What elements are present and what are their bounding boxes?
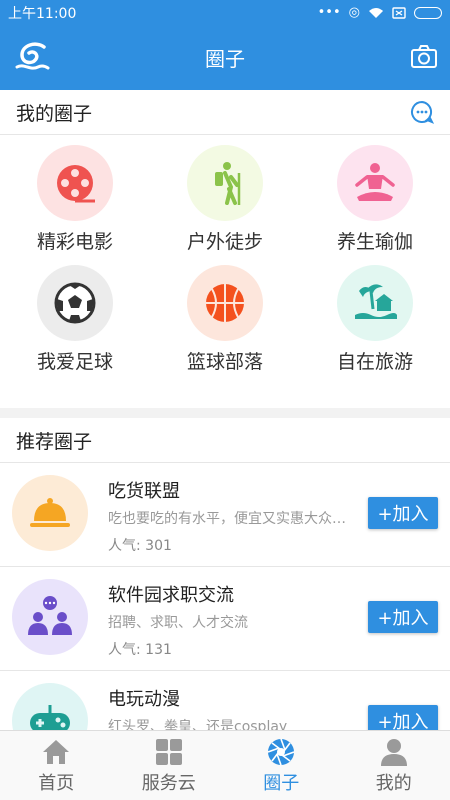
battery-icon (414, 6, 442, 19)
app-logo-icon[interactable] (14, 39, 50, 75)
rec-name: 电玩动漫 (108, 689, 180, 710)
food-cloche-icon (30, 498, 70, 527)
rec-popularity: 人气: 131 (108, 642, 172, 658)
status-time: 上午11:00 (8, 5, 77, 22)
circle-icon-wrap (187, 265, 263, 341)
app-header: 圈子 (0, 25, 450, 90)
circle-item-movie[interactable]: 精彩电影 (0, 145, 150, 265)
grid-icon (155, 738, 182, 765)
circle-label: 篮球部落 (186, 351, 263, 373)
alarm-icon: ◎ (348, 5, 360, 20)
circle-item-soccer[interactable]: 我爱足球 (0, 265, 150, 385)
tab-label: 圈子 (263, 772, 300, 794)
people-chat-icon (28, 596, 72, 635)
rec-name: 软件园求职交流 (108, 585, 234, 606)
circle-label: 户外徒步 (186, 231, 263, 253)
recommend-title: 推荐圈子 (16, 430, 93, 453)
circle-icon-wrap (37, 265, 113, 341)
wifi-icon (369, 7, 383, 18)
camera-icon[interactable] (410, 43, 438, 71)
status-icons: ••• ◎ (318, 6, 442, 19)
circle-icon-wrap (337, 145, 413, 221)
circle-item-basketball[interactable]: 篮球部落 (150, 265, 300, 385)
join-button[interactable]: +加入 (368, 497, 438, 529)
status-bar: 上午11:00 ••• ◎ (0, 0, 450, 25)
bottom-tab-bar: 首页 服务云 圈子 我的 (0, 730, 450, 800)
my-circles-grid: 精彩电影 户外徒步 养生瑜伽 我爱足球 篮球部落 自在旅游 (0, 135, 450, 385)
soccer-ball-icon (54, 282, 96, 324)
tab-label: 服务云 (141, 772, 196, 794)
my-circles-header: 我的圈子 (0, 90, 450, 135)
more-dots-icon: ••• (317, 5, 341, 20)
circle-label: 精彩电影 (36, 231, 113, 253)
rec-desc: 吃也要吃的有水平，便宜又实惠大众美食 (108, 511, 358, 527)
my-circles-section: 我的圈子 精彩电影 户外徒步 养生瑜伽 我爱足球 篮球部落 自在旅游 (0, 90, 450, 408)
list-item[interactable]: 电玩动漫 红头罗、拳皇、还是cosplay +加入 (0, 671, 450, 730)
yoga-icon (355, 163, 395, 201)
circle-icon-wrap (37, 145, 113, 221)
join-button[interactable]: +加入 (368, 705, 438, 730)
tab-home[interactable]: 首页 (0, 731, 113, 800)
circle-item-yoga[interactable]: 养生瑜伽 (300, 145, 450, 265)
circle-item-travel[interactable]: 自在旅游 (300, 265, 450, 385)
recommend-section: 推荐圈子 吃货联盟 吃也要吃的有水平，便宜又实惠大众美食 人气: 301 +加入… (0, 418, 450, 730)
my-circles-title: 我的圈子 (16, 102, 93, 125)
rec-desc: 招聘、求职、人才交流 (108, 615, 248, 631)
chat-bubble-icon[interactable] (410, 100, 434, 124)
basketball-icon (206, 284, 244, 322)
aperture-icon (267, 738, 295, 765)
tab-mine[interactable]: 我的 (338, 731, 450, 800)
palm-island-icon (355, 284, 397, 319)
rec-avatar (12, 475, 88, 551)
tab-label: 首页 (38, 772, 75, 794)
rec-avatar (12, 579, 88, 655)
circle-icon-wrap (337, 265, 413, 341)
rec-name: 吃货联盟 (108, 481, 180, 502)
film-reel-icon (57, 165, 95, 203)
list-item[interactable]: 吃货联盟 吃也要吃的有水平，便宜又实惠大众美食 人气: 301 +加入 (0, 463, 450, 567)
page-title: 圈子 (205, 47, 245, 71)
tab-label: 我的 (375, 772, 412, 794)
hiker-icon (215, 162, 241, 205)
join-button[interactable]: +加入 (368, 601, 438, 633)
user-icon (380, 738, 407, 766)
circle-label: 自在旅游 (336, 351, 413, 373)
game-controller-icon (30, 705, 70, 730)
tab-service-cloud[interactable]: 服务云 (113, 731, 226, 800)
circle-icon-wrap (187, 145, 263, 221)
circle-label: 我爱足球 (36, 351, 113, 373)
tab-circles[interactable]: 圈子 (225, 731, 338, 800)
list-item[interactable]: 软件园求职交流 招聘、求职、人才交流 人气: 131 +加入 (0, 567, 450, 671)
recommend-header: 推荐圈子 (0, 418, 450, 463)
circle-item-hiking[interactable]: 户外徒步 (150, 145, 300, 265)
rec-desc: 红头罗、拳皇、还是cosplay (108, 719, 288, 730)
circle-label: 养生瑜伽 (336, 231, 413, 253)
rec-popularity: 人气: 301 (108, 538, 172, 554)
sim-icon (392, 6, 406, 19)
rec-avatar (12, 683, 88, 730)
home-icon (43, 739, 70, 764)
